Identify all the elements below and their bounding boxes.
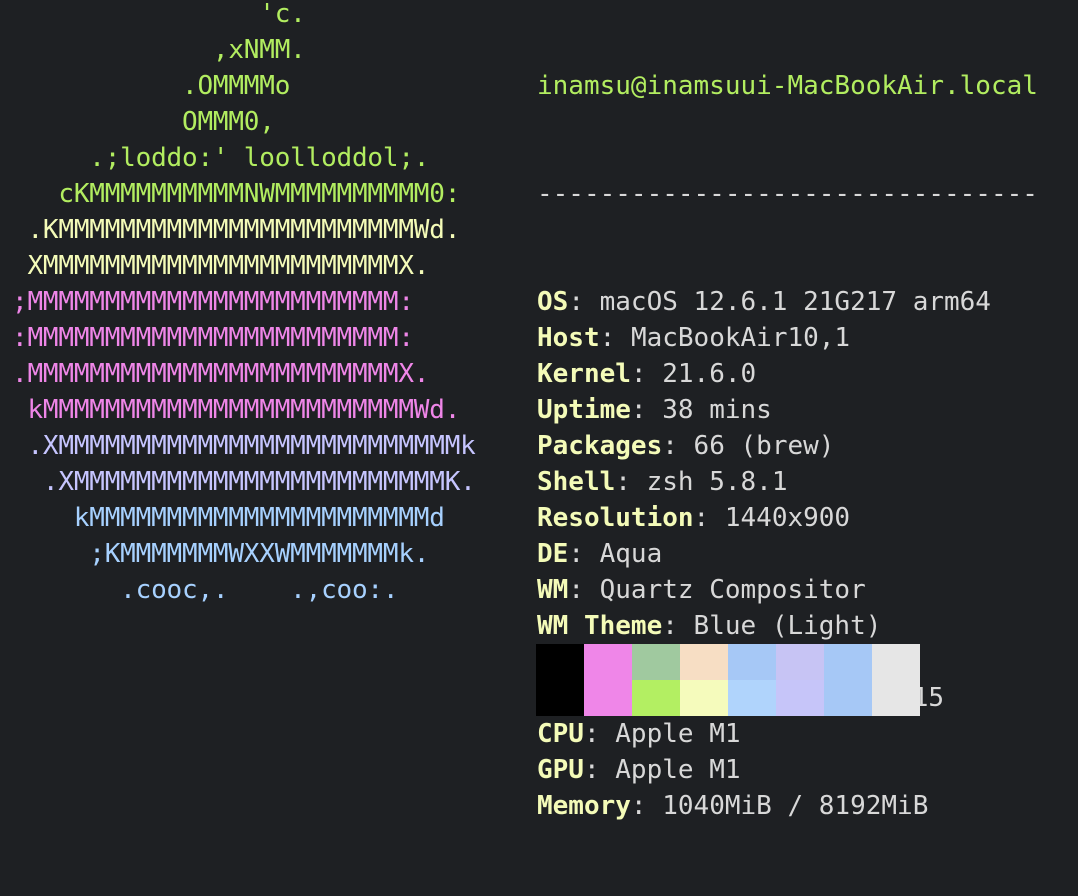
- info-row-resolution: Resolution: 1440x900: [537, 500, 1038, 536]
- info-key: Host: [537, 323, 600, 353]
- logo-line: .MMMMMMMMMMMMMMMMMMMMMMMMX.: [12, 359, 430, 389]
- logo-line: OMMM0,: [12, 107, 275, 137]
- logo-line: .XMMMMMMMMMMMMMMMMMMMMMMMMMMk: [12, 431, 476, 461]
- info-key: Resolution: [537, 503, 694, 533]
- info-row-wm: WM: Quartz Compositor: [537, 572, 1038, 608]
- logo-line: kMMMMMMMMMMMMMMMMMMMMMMd: [12, 503, 445, 533]
- info-row-kernel: Kernel: 21.6.0: [537, 356, 1038, 392]
- logo-line: 'c.: [12, 0, 306, 29]
- info-row-cpu: CPU: Apple M1: [537, 716, 1038, 752]
- palette-swatch: [680, 680, 728, 716]
- info-colon: :: [568, 575, 600, 605]
- info-colon: :: [662, 431, 694, 461]
- logo-line: ;MMMMMMMMMMMMMMMMMMMMMMMM:: [12, 287, 414, 317]
- info-value: Apple M1: [615, 719, 741, 749]
- info-colon: :: [599, 323, 631, 353]
- info-colon: :: [583, 755, 616, 785]
- logo-line: .OMMMMo: [12, 71, 291, 101]
- info-row-gpu: GPU: Apple M1: [537, 752, 1038, 788]
- palette-swatch: [584, 644, 632, 680]
- info-value: MacBookAir10,1: [630, 323, 851, 353]
- info-colon: :: [568, 287, 600, 317]
- info-key: DE: [537, 539, 569, 569]
- info-key: Memory: [537, 791, 631, 821]
- info-value: Quartz Compositor: [599, 575, 866, 605]
- info-row-host: Host: MacBookAir10,1: [537, 320, 1038, 356]
- palette-swatch: [680, 644, 728, 680]
- logo-line: :MMMMMMMMMMMMMMMMMMMMMMMM:: [12, 323, 414, 353]
- info-colon: :: [615, 467, 647, 497]
- logo-line: kMMMMMMMMMMMMMMMMMMMMMMMMWd.: [12, 395, 461, 425]
- palette-swatch: [728, 644, 776, 680]
- info-key: Kernel: [537, 359, 631, 389]
- color-palette: [536, 644, 920, 716]
- info-row-os: OS: macOS 12.6.1 21G217 arm64: [537, 284, 1038, 320]
- info-key: CPU: [537, 719, 584, 749]
- palette-swatch: [536, 644, 584, 680]
- terminal-window[interactable]: 'c. ,xNMM. .OMMMMo OMMM0, .;loddo:' lool…: [0, 0, 1078, 821]
- palette-swatch: [776, 644, 824, 680]
- system-info-panel: inamsu@inamsuui-MacBookAir.local -------…: [537, 0, 1038, 896]
- info-value: Apple M1: [615, 755, 741, 785]
- info-value: 1040MiB / 8192MiB: [662, 791, 929, 821]
- info-row-packages: Packages: 66 (brew): [537, 428, 1038, 464]
- info-colon: :: [630, 359, 663, 389]
- logo-line: .KMMMMMMMMMMMMMMMMMMMMMMMWd.: [12, 215, 461, 245]
- info-colon: :: [630, 791, 663, 821]
- info-colon: :: [662, 611, 694, 641]
- info-fields: OS: macOS 12.6.1 21G217 arm64 Host: MacBo…: [537, 284, 1038, 824]
- info-value: Aqua: [599, 539, 663, 569]
- logo-line: cKMMMMMMMMMMNWMMMMMMMMMM0:: [12, 179, 461, 209]
- palette-swatch: [632, 644, 680, 680]
- info-colon: :: [568, 539, 600, 569]
- info-colon: :: [693, 503, 725, 533]
- info-colon: :: [630, 395, 663, 425]
- info-key: GPU: [537, 755, 584, 785]
- logo-line: .cooc,. .,coo:.: [12, 575, 399, 605]
- info-row-memory: Memory: 1040MiB / 8192MiB: [537, 788, 1038, 824]
- palette-swatch: [872, 644, 920, 680]
- palette-swatch: [872, 680, 920, 716]
- info-value: 38 mins: [662, 395, 772, 425]
- info-row-wm-theme: WM Theme: Blue (Light): [537, 608, 1038, 644]
- palette-swatch: [536, 680, 584, 716]
- ascii-apple-logo: 'c. ,xNMM. .OMMMMo OMMM0, .;loddo:' lool…: [12, 0, 476, 608]
- palette-swatch: [728, 680, 776, 716]
- info-value: macOS 12.6.1 21G217 arm64: [599, 287, 991, 317]
- info-row-uptime: Uptime: 38 mins: [537, 392, 1038, 428]
- info-key: WM: [537, 575, 569, 605]
- palette-swatch: [824, 644, 872, 680]
- palette-swatch: [584, 680, 632, 716]
- info-key: Shell: [537, 467, 616, 497]
- info-value: 66 (brew): [693, 431, 835, 461]
- info-row-shell: Shell: zsh 5.8.1: [537, 464, 1038, 500]
- info-value: 21.6.0: [662, 359, 757, 389]
- logo-line: XMMMMMMMMMMMMMMMMMMMMMMMX.: [12, 251, 430, 281]
- palette-swatch: [824, 680, 872, 716]
- info-key: WM Theme: [537, 611, 663, 641]
- palette-swatch: [632, 680, 680, 716]
- info-key: Packages: [537, 431, 663, 461]
- info-value: 1440x900: [724, 503, 851, 533]
- info-key: Uptime: [537, 395, 631, 425]
- info-value: zsh 5.8.1: [646, 467, 788, 497]
- info-colon: :: [583, 719, 616, 749]
- logo-line: .XMMMMMMMMMMMMMMMMMMMMMMMMK.: [12, 467, 476, 497]
- palette-swatch: [776, 680, 824, 716]
- logo-line: ;KMMMMMMMWXXWMMMMMMMk.: [12, 539, 430, 569]
- info-key: OS: [537, 287, 569, 317]
- user-host-title: inamsu@inamsuui-MacBookAir.local: [537, 71, 1038, 101]
- info-row-de: DE: Aqua: [537, 536, 1038, 572]
- info-value: Blue (Light): [693, 611, 882, 641]
- logo-line: .;loddo:' loolloddol;.: [12, 143, 430, 173]
- logo-line: ,xNMM.: [12, 35, 306, 65]
- title-separator: --------------------------------: [537, 179, 1038, 209]
